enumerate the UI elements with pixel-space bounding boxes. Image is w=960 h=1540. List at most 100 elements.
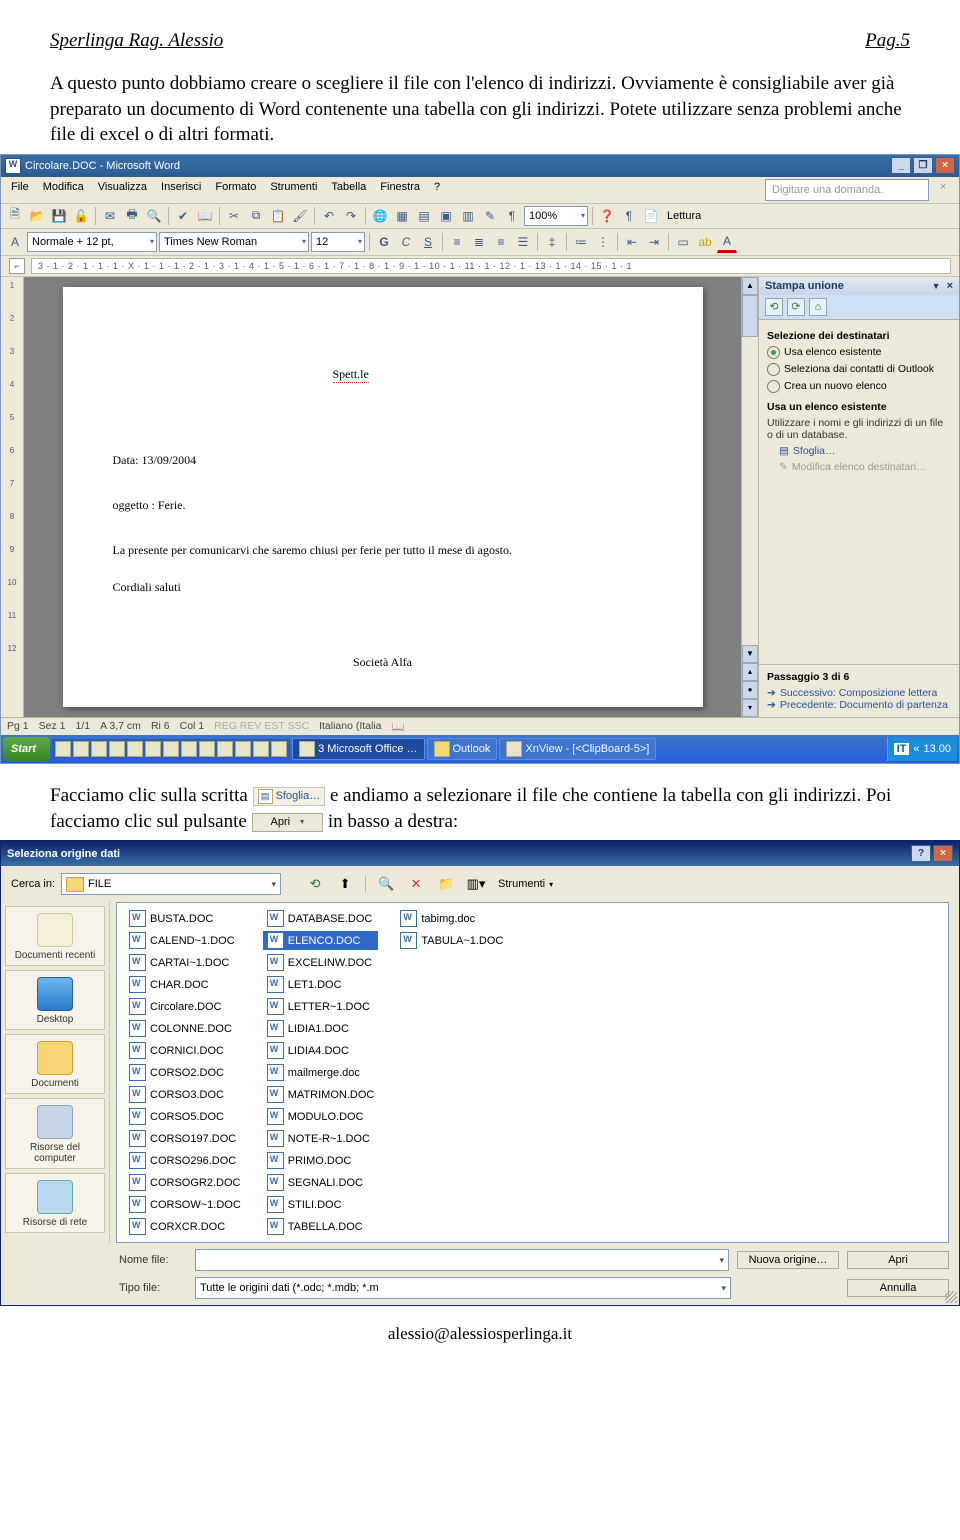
file-item[interactable]: tabimg.doc [396,909,507,928]
ql-icon[interactable] [181,741,197,757]
styles-pane-icon[interactable]: A [5,232,25,252]
tables-borders-icon[interactable]: ▦ [392,206,412,226]
ql-icon[interactable] [217,741,233,757]
scroll-up-icon[interactable]: ▲ [742,277,758,295]
place-network[interactable]: Risorse di rete [5,1173,105,1233]
up-icon[interactable]: ⬆ [333,872,357,896]
bold-icon[interactable]: G [374,232,394,252]
delete-icon[interactable]: ✕ [404,872,428,896]
file-item[interactable]: CARTAI~1.DOC [125,953,245,972]
cancel-button[interactable]: Annulla [847,1279,949,1297]
copy-icon[interactable]: ⧉ [246,206,266,226]
place-desktop[interactable]: Desktop [5,970,105,1030]
file-item[interactable]: COLONNE.DOC [125,1019,245,1038]
file-item[interactable]: BUSTA.DOC [125,909,245,928]
views-icon[interactable]: ▥▾ [464,872,488,896]
file-list[interactable]: BUSTA.DOC CALEND~1.DOC CARTAI~1.DOC CHAR.DO… [116,902,949,1243]
reading-button[interactable]: Lettura [663,210,705,222]
tab-selector-icon[interactable]: ⌐ [9,258,25,274]
radio-new-list[interactable]: Crea un nuovo elenco [767,380,951,393]
file-item[interactable]: MATRIMON.DOC [263,1085,379,1104]
file-item[interactable]: TABULA~1.DOC [396,931,507,950]
back-icon[interactable]: ⟲ [303,872,327,896]
file-item[interactable]: ELENCO.DOC [263,931,379,950]
insert-table-icon[interactable]: ▤ [414,206,434,226]
place-documents[interactable]: Documenti [5,1034,105,1094]
next-step-link[interactable]: ➔ Successivo: Composizione lettera [767,687,951,699]
restore-button[interactable]: ❐ [913,157,933,174]
dialog-help-button[interactable]: ? [911,845,931,862]
file-item[interactable]: CORNICI.DOC [125,1041,245,1060]
tools-menu[interactable]: Strumenti▾ [494,878,557,890]
pane-forward-icon[interactable]: ⟳ [787,298,805,316]
place-recent[interactable]: Documenti recenti [5,906,105,966]
file-item[interactable]: LETTER~1.DOC [263,997,379,1016]
menu-insert[interactable]: Inserisci [155,179,207,201]
new-source-button[interactable]: Nuova origine… [737,1251,839,1269]
place-computer[interactable]: Risorse del computer [5,1098,105,1169]
search-web-icon[interactable]: 🔍 [374,872,398,896]
font-combo[interactable]: Times New Roman [159,232,309,252]
align-center-icon[interactable]: ≣ [469,232,489,252]
ql-icon[interactable] [271,741,287,757]
menu-window[interactable]: Finestra [374,179,426,201]
help-icon[interactable]: ❓ [597,206,617,226]
status-book-icon[interactable]: 📖 [392,720,405,733]
file-item[interactable]: TABELLA.DOC [263,1217,379,1236]
file-item[interactable]: CORSO3.DOC [125,1085,245,1104]
hyperlink-icon[interactable]: 🌐 [370,206,390,226]
pane-home-icon[interactable]: ⌂ [809,298,827,316]
file-item[interactable]: EXCELINW.DOC [263,953,379,972]
font-color-icon[interactable]: A [717,231,737,253]
file-item[interactable]: LIDIA1.DOC [263,1019,379,1038]
menu-edit[interactable]: Modifica [37,179,90,201]
new-doc-icon[interactable]: 🗎 [5,206,25,226]
file-item[interactable]: SEGNALI.DOC [263,1173,379,1192]
bullets-icon[interactable]: ⋮ [593,232,613,252]
menu-help[interactable]: ? [428,179,446,201]
file-item[interactable]: CORSO5.DOC [125,1107,245,1126]
style-combo[interactable]: Normale + 12 pt, [27,232,157,252]
menu-file[interactable]: File [5,179,35,201]
taskbar-outlook[interactable]: Outlook [427,738,498,760]
scroll-down-icon[interactable]: ▼ [742,645,758,663]
file-item[interactable]: CORSOGR2.DOC [125,1173,245,1192]
excel-icon[interactable]: ▣ [436,206,456,226]
research-icon[interactable]: 📖 [195,206,215,226]
undo-icon[interactable]: ↶ [319,206,339,226]
highlight-icon[interactable]: ab [695,232,715,252]
file-item[interactable]: CHAR.DOC [125,975,245,994]
filetype-combo[interactable]: Tutte le origini dati (*.odc; *.mdb; *.m [195,1277,731,1299]
save-icon[interactable]: 💾 [49,206,69,226]
document-area[interactable]: Spett.le Data: 13/09/2004 oggetto : Feri… [24,277,741,717]
file-item[interactable]: PRIMO.DOC [263,1151,379,1170]
reading-layout-icon[interactable]: 📄 [641,206,661,226]
file-item[interactable]: CALEND~1.DOC [125,931,245,950]
justify-icon[interactable]: ☰ [513,232,533,252]
radio-outlook[interactable]: Seleziona dai contatti di Outlook [767,363,951,376]
underline-icon[interactable]: S [418,232,438,252]
open-icon[interactable]: 📂 [27,206,47,226]
file-item[interactable]: CORSO197.DOC [125,1129,245,1148]
ql-icon[interactable] [235,741,251,757]
line-spacing-icon[interactable]: ‡ [542,232,562,252]
align-right-icon[interactable]: ≡ [491,232,511,252]
browse-next-icon[interactable]: ▾ [742,699,758,717]
browse-link[interactable]: ▤Sfoglia… [767,445,951,457]
menu-format[interactable]: Formato [209,179,262,201]
drawing-icon[interactable]: ✎ [480,206,500,226]
file-item[interactable]: LET1.DOC [263,975,379,994]
tray-icon[interactable]: « [913,743,919,755]
ql-icon[interactable] [199,741,215,757]
menu-tools[interactable]: Strumenti [264,179,323,201]
browse-object-icon[interactable]: ● [742,681,758,699]
vertical-scrollbar[interactable]: ▲ ▼ ▴ ● ▾ [741,277,758,717]
tray-lang[interactable]: IT [894,743,910,755]
outdent-icon[interactable]: ⇤ [622,232,642,252]
pane-dropdown-icon[interactable]: ▼ [932,281,941,291]
open-button[interactable]: Apri [847,1251,949,1269]
file-item[interactable]: mailmerge.doc [263,1063,379,1082]
taskbar-xnview[interactable]: XnView - [<ClipBoard-5>] [499,738,656,760]
paste-icon[interactable]: 📋 [268,206,288,226]
pane-close-icon[interactable]: × [947,280,953,292]
